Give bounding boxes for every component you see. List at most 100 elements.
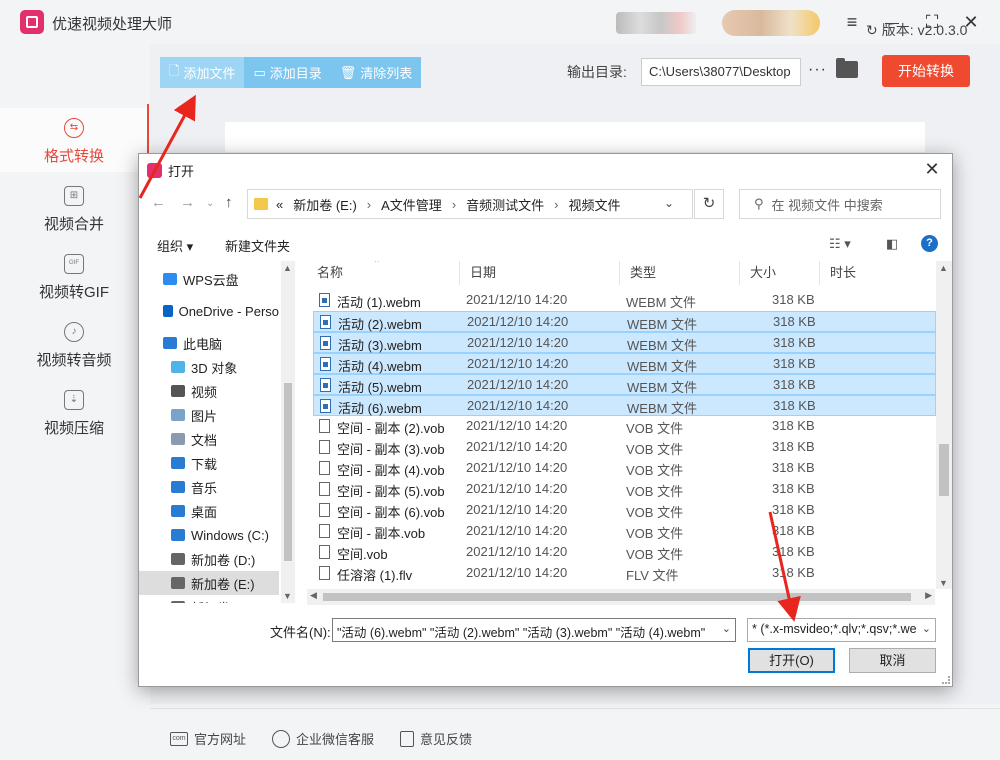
breadcrumb-item[interactable]: A文件管理 xyxy=(381,195,442,214)
feedback-label: 意见反馈 xyxy=(420,732,473,747)
filetype-select[interactable]: * (*.x-msvideo;*.qlv;*.qsv;*.we ⌄ xyxy=(747,618,936,642)
menu-icon[interactable]: ≡ xyxy=(840,10,864,34)
documents-icon xyxy=(171,433,185,445)
new-folder-button[interactable]: 新建文件夹 xyxy=(225,236,290,255)
file-scrollbar[interactable]: ▲ ▼ xyxy=(936,261,952,589)
more-options-button[interactable]: ··· xyxy=(808,61,827,79)
up-arrow-icon[interactable]: ↑ xyxy=(225,194,233,211)
column-header-name[interactable]: 名称 xyxy=(307,261,460,285)
nav-item[interactable]: 文档 xyxy=(139,427,279,451)
open-folder-icon[interactable] xyxy=(836,58,858,78)
breadcrumb-item[interactable]: 音频测试文件 xyxy=(466,195,544,214)
address-bar[interactable]: « 新加卷 (E:) › A文件管理 › 音频测试文件 › 视频文件 ⌄ xyxy=(247,189,693,219)
file-row[interactable]: 活动 (6).webm 2021/12/10 14:20 WEBM 文件 318 KB xyxy=(313,395,936,416)
column-header-date[interactable]: 日期 xyxy=(460,261,620,285)
breadcrumb-separator-icon[interactable]: › xyxy=(554,197,558,212)
nav-item[interactable]: WPS云盘 xyxy=(139,267,279,291)
nav-item[interactable]: 桌面 xyxy=(139,499,279,523)
output-dir-input[interactable]: C:\Users\38077\Desktop xyxy=(641,58,801,86)
sidebar-item-video-gif[interactable]: GIF 视频转GIF xyxy=(0,244,148,308)
file-scroll-thumb[interactable] xyxy=(939,444,949,496)
nav-item[interactable]: 图片 xyxy=(139,403,279,427)
search-input[interactable]: ⚲ 在 视频文件 中搜索 xyxy=(739,189,941,219)
scroll-right-icon[interactable]: ▶ xyxy=(925,590,932,601)
resize-grip[interactable] xyxy=(942,676,950,684)
organize-menu[interactable]: 组织 ▾ xyxy=(157,236,193,255)
preview-pane-icon[interactable]: ◧ xyxy=(886,236,898,252)
scroll-down-icon[interactable]: ▼ xyxy=(939,578,948,588)
website-link[interactable]: com 官方网址 xyxy=(170,729,246,748)
nav-item[interactable]: 新加卷 (D:) xyxy=(139,547,279,571)
wechat-service-link[interactable]: 企业微信客服 xyxy=(272,729,374,748)
scroll-up-icon[interactable]: ▲ xyxy=(283,263,292,273)
file-row[interactable]: 活动 (2).webm 2021/12/10 14:20 WEBM 文件 318 KB xyxy=(313,311,936,332)
version-value: v2.0.3.0 xyxy=(917,22,968,38)
horizontal-scrollbar[interactable]: ◀ ▶ xyxy=(307,589,935,605)
scroll-left-icon[interactable]: ◀ xyxy=(310,590,317,601)
sidebar-item-video-merge[interactable]: ⊞ 视频合并 xyxy=(0,176,148,240)
vob-file-icon xyxy=(319,503,330,517)
breadcrumb-item[interactable]: 视频文件 xyxy=(569,195,621,214)
nav-item[interactable]: 此电脑 xyxy=(139,331,279,355)
nav-item[interactable]: 新加卷 (E:) xyxy=(139,571,279,595)
file-row[interactable]: 活动 (5).webm 2021/12/10 14:20 WEBM 文件 318 KB xyxy=(313,374,936,395)
filename-input[interactable]: "活动 (6).webm" "活动 (2).webm" "活动 (3).webm… xyxy=(332,618,736,642)
view-options-icon[interactable]: ☷ ▾ xyxy=(829,236,851,252)
nav-item-label: 新加卷 (E:) xyxy=(191,576,255,592)
nav-item[interactable]: OneDrive - Perso xyxy=(139,299,279,323)
nav-item[interactable]: 新加卷 (F:) xyxy=(139,595,279,603)
refresh-button[interactable]: ↻ xyxy=(694,189,724,219)
recent-chevron-icon[interactable]: ⌄ xyxy=(206,198,214,209)
file-row[interactable]: 空间 - 副本 (4).vob 2021/12/10 14:20 VOB 文件 318… xyxy=(313,458,936,479)
sidebar-item-video-audio[interactable]: ♪ 视频转音频 xyxy=(0,312,148,376)
file-row[interactable]: 空间 - 副本 (5).vob 2021/12/10 14:20 VOB 文件 318… xyxy=(313,479,936,500)
nav-scroll-thumb[interactable] xyxy=(284,383,292,561)
start-convert-button[interactable]: 开始转换 xyxy=(882,55,970,87)
file-size: 318 KB xyxy=(772,523,815,538)
dialog-close-icon[interactable]: ✕ xyxy=(920,158,944,180)
help-icon[interactable]: ? xyxy=(921,235,938,252)
scroll-down-icon[interactable]: ▼ xyxy=(283,591,292,601)
cancel-button[interactable]: 取消 xyxy=(849,648,936,673)
open-button[interactable]: 打开(O) xyxy=(748,648,835,673)
sidebar-item-video-compress[interactable]: ⇣ 视频压缩 xyxy=(0,380,148,444)
address-overflow[interactable]: « xyxy=(276,197,283,212)
nav-item[interactable]: 3D 对象 xyxy=(139,355,279,379)
file-row[interactable]: 活动 (1).webm 2021/12/10 14:20 WEBM 文件 318 KB xyxy=(313,290,936,311)
column-header-duration[interactable]: 时长 xyxy=(820,261,930,285)
file-date: 2021/12/10 14:20 xyxy=(466,565,568,580)
file-row[interactable]: 活动 (4).webm 2021/12/10 14:20 WEBM 文件 318 KB xyxy=(313,353,936,374)
file-row[interactable]: 空间.vob 2021/12/10 14:20 VOB 文件 318 KB xyxy=(313,542,936,563)
file-row[interactable]: 空间 - 副本.vob 2021/12/10 14:20 VOB 文件 318 KB xyxy=(313,521,936,542)
address-dropdown-icon[interactable]: ⌄ xyxy=(664,196,674,210)
file-row[interactable]: 活动 (3).webm 2021/12/10 14:20 WEBM 文件 318 KB xyxy=(313,332,936,353)
filename-dropdown-icon[interactable]: ⌄ xyxy=(717,622,731,635)
back-arrow-icon[interactable]: ← xyxy=(151,194,166,211)
nav-item[interactable]: 音乐 xyxy=(139,475,279,499)
website-label: 官方网址 xyxy=(194,732,247,747)
file-row[interactable]: 空间 - 副本 (3).vob 2021/12/10 14:20 VOB 文件 318… xyxy=(313,437,936,458)
column-header-size[interactable]: 大小 xyxy=(740,261,820,285)
scroll-up-icon[interactable]: ▲ xyxy=(939,263,948,273)
breadcrumb-separator-icon[interactable]: › xyxy=(367,197,371,212)
nav-scrollbar[interactable]: ▲ ▼ xyxy=(281,261,295,603)
computer-icon xyxy=(163,337,177,349)
h-scroll-thumb[interactable] xyxy=(323,593,911,601)
clear-list-button[interactable]: 🗑 清除列表 xyxy=(330,57,422,88)
column-header-type[interactable]: 类型 xyxy=(620,261,740,285)
filetype-dropdown-icon[interactable]: ⌄ xyxy=(917,622,931,635)
breadcrumb-item[interactable]: 新加卷 (E:) xyxy=(293,195,357,214)
breadcrumb-separator-icon[interactable]: › xyxy=(452,197,456,212)
feedback-link[interactable]: 意见反馈 xyxy=(400,729,472,748)
sidebar-item-format-convert[interactable]: ⇆ 格式转换 xyxy=(0,108,148,172)
add-folder-button[interactable]: ▭ 添加目录 xyxy=(244,57,331,88)
file-row[interactable]: 空间 - 副本 (6).vob 2021/12/10 14:20 VOB 文件 318… xyxy=(313,500,936,521)
nav-item[interactable]: Windows (C:) xyxy=(139,523,279,547)
nav-item[interactable]: 视频 xyxy=(139,379,279,403)
blurred-vip-badge[interactable] xyxy=(722,10,820,36)
file-row[interactable]: 空间 - 副本 (2).vob 2021/12/10 14:20 VOB 文件 318… xyxy=(313,416,936,437)
file-row[interactable]: 任溶溶 (1).flv 2021/12/10 14:20 FLV 文件 318 KB xyxy=(313,563,936,584)
nav-item[interactable]: 下载 xyxy=(139,451,279,475)
forward-arrow-icon[interactable]: → xyxy=(180,194,195,211)
add-file-button[interactable]: 🗋 添加文件 xyxy=(160,57,245,88)
